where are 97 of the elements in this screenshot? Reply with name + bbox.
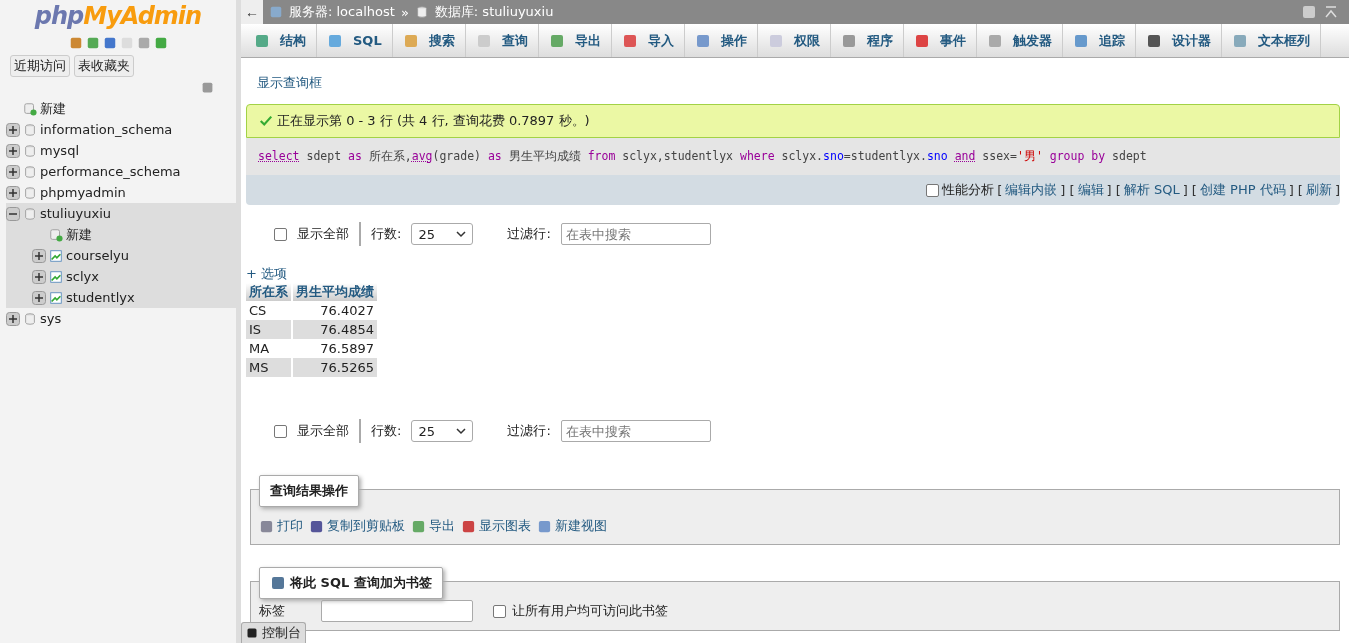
- result-action-link[interactable]: 打印: [259, 517, 303, 535]
- table-cell: MS: [246, 358, 291, 377]
- table-icon: [49, 248, 63, 263]
- database-name[interactable]: phpmyadmin: [40, 185, 126, 200]
- nav-tab[interactable]: 操作: [684, 24, 758, 57]
- table-name[interactable]: studentlyx: [66, 290, 135, 305]
- database-name[interactable]: sys: [40, 311, 62, 326]
- share-label: 让所有用户均可访问此书签: [512, 602, 668, 620]
- table-name[interactable]: sclyx: [66, 269, 99, 284]
- success-message: 正在显示第 0 - 3 行 (共 4 行, 查询花费 0.7897 秒。): [246, 104, 1340, 138]
- chevron-down-icon: [456, 427, 467, 435]
- expand-toggle[interactable]: [32, 248, 46, 263]
- result-action-link[interactable]: 复制到剪贴板: [309, 517, 405, 535]
- new-icon: [23, 101, 37, 116]
- checkbox[interactable]: [926, 183, 940, 197]
- back-button[interactable]: ←: [241, 0, 263, 24]
- filter-label: 过滤行:: [507, 422, 551, 440]
- nav-tab[interactable]: SQL: [317, 24, 393, 57]
- checkmark-icon: [259, 114, 273, 128]
- chevron-down-icon: [456, 230, 467, 238]
- new-item-link[interactable]: 新建: [40, 99, 66, 118]
- profiling-label: 性能分析: [942, 181, 995, 199]
- bookmark-label-field[interactable]: [321, 600, 473, 622]
- bracket: [: [997, 182, 1003, 198]
- bracket: ] [: [1288, 182, 1303, 198]
- collapse-icon: [1323, 4, 1339, 20]
- nav-tab[interactable]: 事件: [903, 24, 977, 57]
- expand-toggle[interactable]: [32, 269, 46, 284]
- result-action-link[interactable]: 新建视图: [537, 517, 607, 535]
- filter-field[interactable]: 在表中搜索: [560, 223, 711, 245]
- nav-tab[interactable]: 搜索: [392, 24, 466, 57]
- expand-toggle[interactable]: [6, 185, 20, 200]
- nav-tab[interactable]: 程序: [830, 24, 904, 57]
- label-text: 标签: [259, 602, 285, 620]
- bracket: ] [: [1060, 182, 1075, 198]
- breadcrumb-separator: »: [400, 4, 409, 20]
- show-query-link[interactable]: 显示查询框: [257, 74, 322, 92]
- query-action-link[interactable]: 编辑内嵌: [1005, 181, 1058, 199]
- options-link[interactable]: + 选项: [246, 265, 288, 283]
- bracket: ] [: [1182, 182, 1197, 198]
- column-header[interactable]: 男生平均成绩: [293, 283, 377, 301]
- expand-toggle[interactable]: [6, 164, 20, 179]
- nav-tab[interactable]: 设计器: [1135, 24, 1222, 57]
- rows-label: 行数:: [371, 422, 402, 440]
- nav-tab[interactable]: 权限: [757, 24, 831, 57]
- bracket: ]: [1334, 182, 1340, 198]
- expand-toggle[interactable]: [32, 290, 46, 305]
- filter-label: 过滤行:: [507, 225, 551, 243]
- show-all-label: 显示全部: [297, 422, 349, 440]
- collapse-toggle[interactable]: [6, 206, 20, 221]
- database-name[interactable]: mysql: [40, 143, 79, 158]
- nav-tab[interactable]: 文本框列: [1221, 24, 1321, 57]
- table-name[interactable]: courselyu: [66, 248, 129, 263]
- query-action-link[interactable]: 刷新: [1305, 181, 1332, 199]
- filter-field[interactable]: 在表中搜索: [560, 420, 711, 442]
- nav-tab[interactable]: 追踪: [1062, 24, 1136, 57]
- table-icon: [49, 269, 63, 284]
- query-action-link[interactable]: 创建 PHP 代码: [1199, 181, 1286, 199]
- checkbox[interactable]: [274, 424, 287, 438]
- checkbox[interactable]: [274, 227, 287, 241]
- table-icon: [49, 290, 63, 305]
- column-header[interactable]: 所在系: [246, 283, 291, 301]
- nav-tab[interactable]: 导入: [611, 24, 685, 57]
- panel-legend: 将此 SQL 查询加为书签: [259, 567, 443, 599]
- bracket: ] [: [1106, 182, 1121, 198]
- sql-query: select sdept as 所在系,avg(grade) as 男生平均成绩 from sclyx,studentlyx where sclyx.sno=studentlyx.sno and ssex='男' group by sdept: [246, 138, 1340, 175]
- database-name[interactable]: stuliuyuxiu: [40, 206, 112, 221]
- expand-toggle[interactable]: [6, 143, 20, 158]
- nav-tab[interactable]: 触发器: [976, 24, 1063, 57]
- new-icon: [49, 227, 63, 242]
- nav-tab[interactable]: 导出: [538, 24, 612, 57]
- server-link[interactable]: 服务器: localhost: [289, 3, 395, 21]
- sidebar-tab[interactable]: 近期访问: [10, 55, 70, 77]
- nav-tab[interactable]: 查询: [465, 24, 539, 57]
- sidebar-tab[interactable]: 表收藏夹: [74, 55, 134, 77]
- result-action-link[interactable]: 导出: [411, 517, 455, 535]
- database-name[interactable]: information_schema: [40, 122, 173, 137]
- table-cell: IS: [246, 320, 291, 339]
- expand-toggle[interactable]: [6, 122, 20, 137]
- rows-label: 行数:: [371, 225, 402, 243]
- rows-select[interactable]: 25: [411, 420, 474, 442]
- database-link[interactable]: 数据库: stuliuyuxiu: [434, 3, 554, 21]
- logo[interactable]: phpMyAdmin: [0, 2, 236, 30]
- query-action-link[interactable]: 编辑: [1077, 181, 1104, 199]
- database-name[interactable]: performance_schema: [40, 164, 181, 179]
- checkbox[interactable]: [493, 604, 506, 618]
- nav-tab[interactable]: 结构: [244, 24, 317, 57]
- console-tab[interactable]: 控制台: [241, 622, 306, 643]
- rows-select[interactable]: 25: [411, 223, 474, 245]
- panel-legend: 查询结果操作: [259, 475, 359, 507]
- new-item-link[interactable]: 新建: [66, 225, 92, 244]
- result-action-link[interactable]: 显示图表: [461, 517, 531, 535]
- expand-toggle[interactable]: [6, 311, 20, 326]
- table-cell: 76.4854: [293, 320, 377, 339]
- query-action-link[interactable]: 解析 SQL: [1123, 181, 1180, 199]
- show-all-label: 显示全部: [297, 225, 349, 243]
- table-cell: 76.5265: [293, 358, 377, 377]
